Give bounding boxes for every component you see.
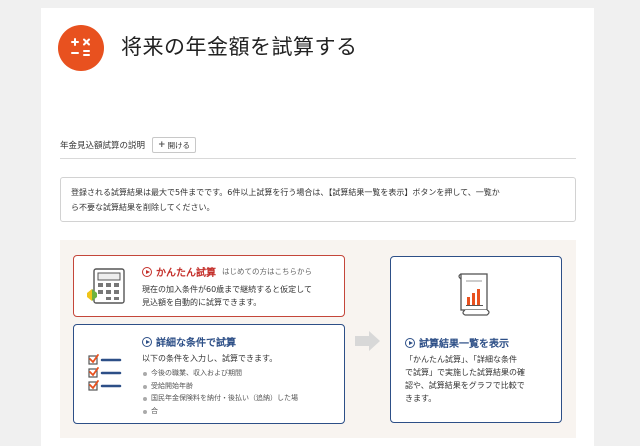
simple-calc-card[interactable]: かんたん試算 はじめての方はこちらから 現在の加入条件が60歳まで継続すると仮定… xyxy=(73,255,345,317)
notice-line-2: ら不要な試算結果を削除してください。 xyxy=(71,203,215,212)
detail-calc-card[interactable]: 詳細な条件で試算 以下の条件を入力し、試算できます。 今後の職業、収入および期間… xyxy=(73,324,345,424)
simple-calc-desc-line-2: 見込額を自動的に試算できます。 xyxy=(142,298,262,307)
detail-calc-description: 以下の条件を入力し、試算できます。 xyxy=(142,354,278,363)
notice-line-1: 登録される試算結果は最大で5件までです。6件以上試算を行う場合は、【試算結果一覧… xyxy=(71,188,500,197)
result-list-desc-line-3: 認や、試算結果をグラフで比較で xyxy=(405,381,525,390)
calculator-with-leaf-icon xyxy=(84,267,128,309)
arrow-circle-icon xyxy=(405,337,415,348)
arrow-circle-icon xyxy=(142,336,152,347)
simple-calc-subtitle: はじめての方はこちらから xyxy=(222,267,312,276)
result-list-desc-line-4: きます。 xyxy=(405,394,437,403)
simple-calc-description: 現在の加入条件が60歳まで継続すると仮定して 見込額を自動的に試算できます。 xyxy=(142,283,312,309)
list-item-continued: 合 xyxy=(142,405,298,418)
detail-calc-title: 詳細な条件で試算 xyxy=(156,338,236,349)
detail-calc-header: 詳細な条件で試算 xyxy=(142,334,236,349)
simple-calc-title: かんたん試算 xyxy=(156,268,216,279)
list-item: 今後の職業、収入および期間 xyxy=(142,367,298,380)
list-item: 受給開始年齢 xyxy=(142,380,298,393)
divider xyxy=(60,158,576,159)
result-list-description: 「かんたん試算」、「詳細な条件 で試算」で実施した試算結果の確 認や、試算結果を… xyxy=(405,353,525,405)
arrow-circle-icon xyxy=(142,266,152,277)
result-list-card[interactable]: 試算結果一覧を表示 「かんたん試算」、「詳細な条件 で試算」で実施した試算結果の… xyxy=(390,256,562,423)
explanation-row: 年金見込額試算の説明 + 開ける xyxy=(60,137,197,153)
result-list-header: 試算結果一覧を表示 xyxy=(405,335,509,350)
open-button-label: 開ける xyxy=(167,140,191,150)
result-list-desc-line-1: 「かんたん試算」、「詳細な条件 xyxy=(405,355,517,364)
notice-box: 登録される試算結果は最大で5件までです。6件以上試算を行う場合は、【試算結果一覧… xyxy=(60,177,576,222)
simple-calc-header: かんたん試算 はじめての方はこちらから xyxy=(142,264,312,279)
plus-icon: + xyxy=(158,140,166,150)
detail-calc-bullets: 今後の職業、収入および期間 受給開始年齢 国民年金保険料を納付・後払い（追納）し… xyxy=(142,367,298,417)
simple-calc-desc-line-1: 現在の加入条件が60歳まで継続すると仮定して xyxy=(142,285,312,294)
result-list-desc-line-2: で試算」で実施した試算結果の確 xyxy=(405,368,525,377)
explanation-label: 年金見込額試算の説明 xyxy=(60,141,146,151)
result-list-title: 試算結果一覧を表示 xyxy=(419,339,509,350)
page-title: 将来の年金額を試算する xyxy=(121,35,358,59)
calculator-icon xyxy=(58,25,104,71)
right-arrow-icon xyxy=(353,329,383,357)
open-explanation-button[interactable]: + 開ける xyxy=(152,137,197,153)
report-chart-icon xyxy=(455,271,495,321)
checklist-icon xyxy=(86,353,124,399)
list-item: 国民年金保険料を納付・後払い（追納）した場 xyxy=(142,392,298,405)
